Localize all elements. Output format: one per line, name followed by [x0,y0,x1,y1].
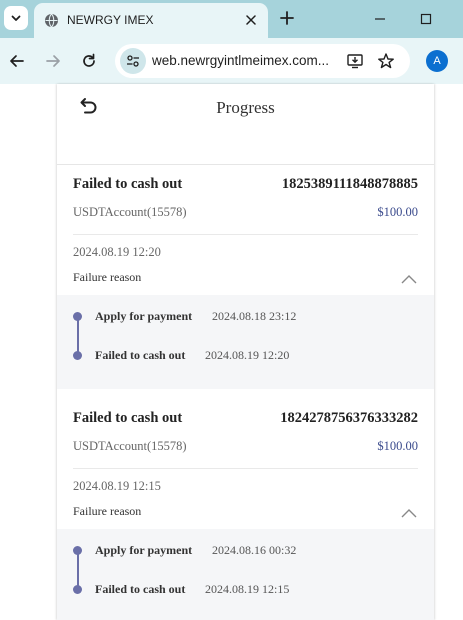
step-time: 2024.08.19 12:20 [205,348,290,362]
chevron-up-icon[interactable] [400,506,418,518]
chevron-up-icon[interactable] [400,272,418,284]
tab-search-icon[interactable] [4,6,28,30]
reload-icon[interactable] [78,50,100,72]
install-app-icon[interactable] [345,51,365,71]
step-name: Apply for payment [95,309,193,323]
url-text[interactable]: web.newrgyintlmeimex.com... [152,53,338,68]
amount-value: $100.00 [377,439,418,453]
step-time: 2024.08.18 23:12 [212,309,297,323]
globe-icon [44,13,59,28]
card-divider [73,468,418,469]
maximize-icon[interactable] [416,9,436,29]
record-time: 2024.08.19 12:20 [73,245,161,259]
progress-timeline: Apply for payment 2024.08.18 23:12 Faile… [57,295,434,389]
step-name: Apply for payment [95,543,193,557]
card-divider [73,234,418,235]
site-settings-icon[interactable] [120,48,146,74]
account-label: USDTAccount(15578) [73,205,187,219]
timeline-dot [73,351,82,360]
timeline-dot [73,585,82,594]
avatar[interactable]: A [426,50,448,72]
tab-title: NEWRGY IMEX [67,13,154,27]
close-icon[interactable] [243,12,259,28]
step-time: 2024.08.19 12:15 [205,582,290,596]
progress-timeline: Apply for payment 2024.08.16 00:32 Faile… [57,529,434,620]
failure-reason-label[interactable]: Failure reason [73,504,141,519]
back-arrow-icon[interactable] [6,50,28,72]
step-name: Failed to cash out [95,348,186,362]
minimize-icon[interactable] [370,9,390,29]
record-time: 2024.08.19 12:15 [73,479,161,493]
order-number: 1824278756376333282 [280,410,418,426]
amount-value: $100.00 [377,205,418,219]
address-bar[interactable]: web.newrgyintlmeimex.com... [115,44,410,78]
record-card[interactable]: Failed to cash out 1825389111848878885 U… [57,165,434,389]
status-title: Failed to cash out [73,176,183,192]
browser-tab[interactable]: NEWRGY IMEX [34,3,268,38]
progress-panel: Progress Failed to cash out 182538911184… [57,84,434,620]
step-time: 2024.08.16 00:32 [212,543,297,557]
status-title: Failed to cash out [73,410,183,426]
plus-icon[interactable] [277,8,297,28]
browser-tab-bar: NEWRGY IMEX [0,0,463,38]
timeline-line [77,317,79,353]
bookmark-star-icon[interactable] [376,51,396,71]
timeline-line [77,551,79,587]
forward-arrow-icon[interactable] [42,50,64,72]
browser-toolbar: web.newrgyintlmeimex.com... A [0,38,463,84]
step-name: Failed to cash out [95,582,186,596]
record-card[interactable]: Failed to cash out 1824278756376333282 U… [57,399,434,620]
account-label: USDTAccount(15578) [73,439,187,453]
order-number: 1825389111848878885 [281,176,418,192]
failure-reason-label[interactable]: Failure reason [73,270,141,285]
page-title: Progress [216,98,275,117]
